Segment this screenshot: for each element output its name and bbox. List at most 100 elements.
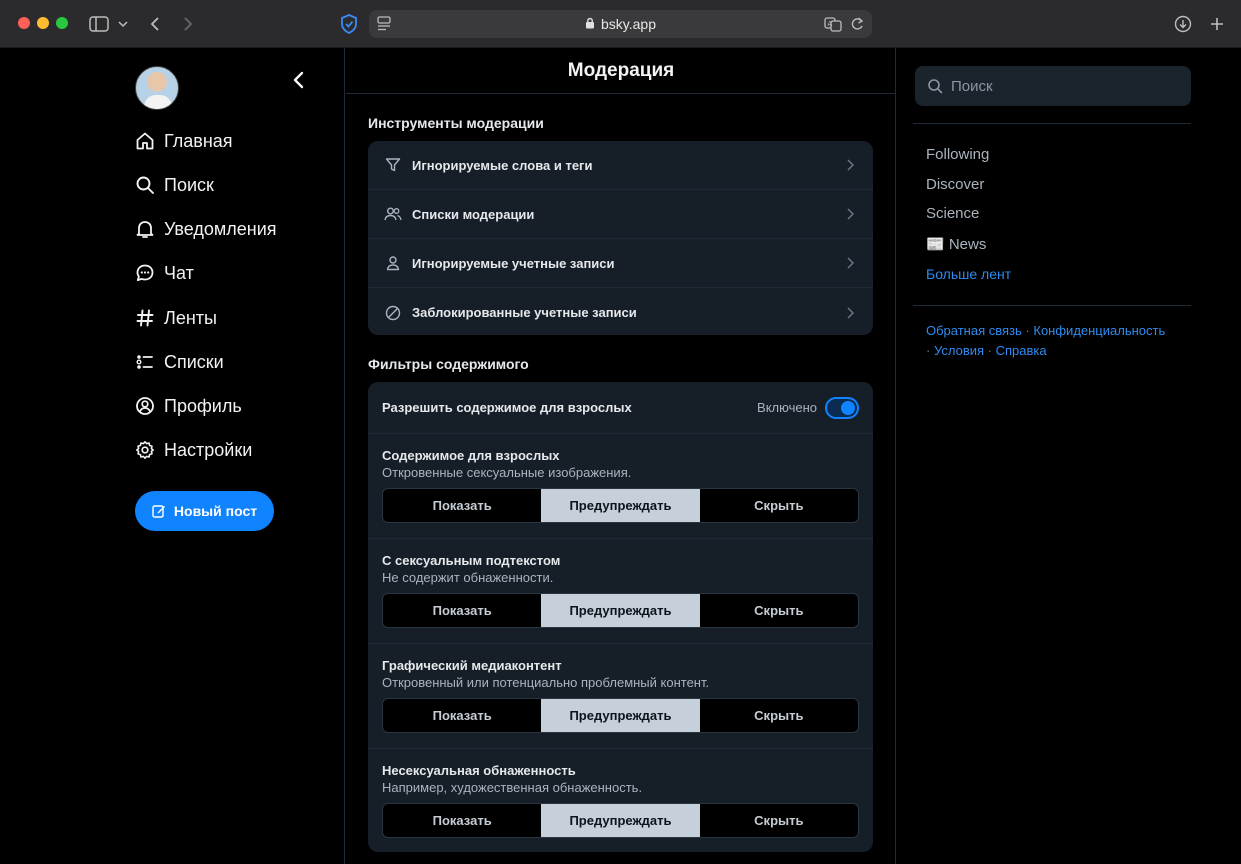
nav-item-home[interactable]: Главная xyxy=(135,126,233,156)
tool-row-blocked-accounts[interactable]: Заблокированные учетные записи xyxy=(368,288,873,335)
page-title: Модерация xyxy=(346,48,896,94)
nav-item-label: Уведомления xyxy=(164,218,277,239)
new-tab-icon[interactable] xyxy=(1205,12,1229,36)
terms-link[interactable]: Условия xyxy=(934,343,984,358)
tool-label: Игнорируемые слова и теги xyxy=(412,157,593,173)
option-hide[interactable]: Скрыть xyxy=(700,489,858,522)
feed-link-science[interactable]: Science xyxy=(926,205,979,222)
footer-separator: · xyxy=(926,343,931,358)
nav-item-label: Настройки xyxy=(164,439,253,460)
gear-icon xyxy=(135,440,155,460)
option-show[interactable]: Показать xyxy=(383,699,541,732)
adult-content-state: Включено xyxy=(757,400,817,415)
filter-description: Откровенные сексуальные изображения. xyxy=(382,465,632,480)
chevron-right-icon xyxy=(843,158,857,172)
chevron-right-icon xyxy=(843,306,857,320)
option-warn[interactable]: Предупреждать xyxy=(541,489,700,522)
hashtag-icon xyxy=(135,308,155,328)
tool-label: Заблокированные учетные записи xyxy=(412,305,637,320)
search-input[interactable]: Поиск xyxy=(915,66,1191,106)
filter-title: Содержимое для взрослых xyxy=(382,448,560,463)
filter-title: С сексуальным подтекстом xyxy=(382,553,561,568)
tool-label: Игнорируемые учетные записи xyxy=(412,255,615,271)
page-menu-icon[interactable] xyxy=(377,16,391,32)
filter-row-nudity: Несексуальная обнаженность Например, худ… xyxy=(368,749,873,852)
filter-segmented-control: Показать Предупреждать Скрыть xyxy=(382,593,859,628)
address-bar[interactable]: bsky.app A xyxy=(369,10,872,38)
nav-item-label: Ленты xyxy=(164,307,217,328)
avatar[interactable] xyxy=(135,66,179,110)
option-warn[interactable]: Предупреждать xyxy=(541,804,700,837)
adult-content-toggle[interactable] xyxy=(825,396,859,419)
tool-row-muted-accounts[interactable]: Игнорируемые учетные записи xyxy=(368,239,873,288)
person-icon xyxy=(384,254,402,272)
filter-description: Например, художественная обнаженность. xyxy=(382,780,643,795)
nav-item-label: Профиль xyxy=(164,395,242,416)
left-navigation: Главная Поиск Уведомления Чат Ленты Спис… xyxy=(0,48,345,864)
adult-content-toggle-row[interactable]: Разрешить содержимое для взрослых Включе… xyxy=(368,382,873,434)
nav-item-label: Поиск xyxy=(164,174,214,195)
tool-row-muted-words[interactable]: Игнорируемые слова и теги xyxy=(368,141,873,190)
nav-item-label: Чат xyxy=(164,262,194,283)
back-arrow-icon[interactable] xyxy=(143,12,167,36)
help-link[interactable]: Справка xyxy=(996,343,1047,358)
option-show[interactable]: Показать xyxy=(383,804,541,837)
filter-title: Графический медиаконтент xyxy=(382,658,562,673)
privacy-link[interactable]: Конфиденциальность xyxy=(1033,323,1165,338)
option-hide[interactable]: Скрыть xyxy=(700,594,858,627)
filters-section-title: Фильтры содержимого xyxy=(368,356,529,372)
moderation-tools-card: Игнорируемые слова и теги Списки модерац… xyxy=(368,141,873,335)
nav-item-search[interactable]: Поиск xyxy=(135,170,214,200)
search-icon xyxy=(135,175,155,195)
main-column: Модерация Инструменты модерации Игнориру… xyxy=(346,48,896,864)
filter-title: Несексуальная обнаженность xyxy=(382,763,576,778)
filter-segmented-control: Показать Предупреждать Скрыть xyxy=(382,698,859,733)
tool-row-moderation-lists[interactable]: Списки модерации xyxy=(368,190,873,239)
url-text: bsky.app xyxy=(601,16,656,32)
sidebar-toggle-icon[interactable] xyxy=(87,12,111,36)
home-icon xyxy=(135,131,155,151)
reload-icon[interactable] xyxy=(850,16,864,32)
option-hide[interactable]: Скрыть xyxy=(700,804,858,837)
option-show[interactable]: Показать xyxy=(383,489,541,522)
bell-icon xyxy=(135,219,155,239)
chevron-down-icon[interactable] xyxy=(113,12,133,36)
option-show[interactable]: Показать xyxy=(383,594,541,627)
users-icon xyxy=(384,205,402,223)
tools-section-title: Инструменты модерации xyxy=(368,115,544,131)
footer-links: Обратная связь · Конфиденциальность · Ус… xyxy=(926,321,1191,361)
option-hide[interactable]: Скрыть xyxy=(700,699,858,732)
filter-description: Не содержит обнаженности. xyxy=(382,570,554,585)
option-warn[interactable]: Предупреждать xyxy=(541,699,700,732)
nav-item-notifications[interactable]: Уведомления xyxy=(135,214,277,244)
feed-link-news[interactable]: 📰 News xyxy=(926,235,986,253)
browser-toolbar: bsky.app A xyxy=(0,0,1241,48)
translate-icon[interactable]: A xyxy=(824,16,842,32)
filter-segmented-control: Показать Предупреждать Скрыть xyxy=(382,488,859,523)
svg-text:A: A xyxy=(828,20,833,28)
downloads-icon[interactable] xyxy=(1171,12,1195,36)
feed-link-following[interactable]: Following xyxy=(926,146,989,163)
feedback-link[interactable]: Обратная связь xyxy=(926,323,1022,338)
nav-item-settings[interactable]: Настройки xyxy=(135,435,252,465)
shield-icon[interactable] xyxy=(337,12,361,36)
feed-link-discover[interactable]: Discover xyxy=(926,176,984,193)
list-icon xyxy=(135,352,155,372)
new-post-label: Новый пост xyxy=(173,503,258,519)
nav-item-label: Главная xyxy=(164,130,233,151)
chat-bubble-icon xyxy=(135,263,155,283)
nav-item-feeds[interactable]: Ленты xyxy=(135,303,217,333)
zoom-window-button[interactable] xyxy=(56,17,68,29)
forward-arrow-icon[interactable] xyxy=(176,12,200,36)
nav-item-profile[interactable]: Профиль xyxy=(135,391,242,421)
filter-description: Откровенный или потенциально проблемный … xyxy=(382,675,710,690)
new-post-button[interactable]: Новый пост xyxy=(135,491,274,531)
nav-item-chat[interactable]: Чат xyxy=(135,258,194,288)
collapse-back-icon[interactable] xyxy=(286,68,310,92)
nav-item-lists[interactable]: Списки xyxy=(135,347,224,377)
tool-label: Списки модерации xyxy=(412,206,535,222)
minimize-window-button[interactable] xyxy=(37,17,49,29)
option-warn[interactable]: Предупреждать xyxy=(541,594,700,627)
close-window-button[interactable] xyxy=(18,17,30,29)
more-feeds-link[interactable]: Больше лент xyxy=(926,266,1011,282)
